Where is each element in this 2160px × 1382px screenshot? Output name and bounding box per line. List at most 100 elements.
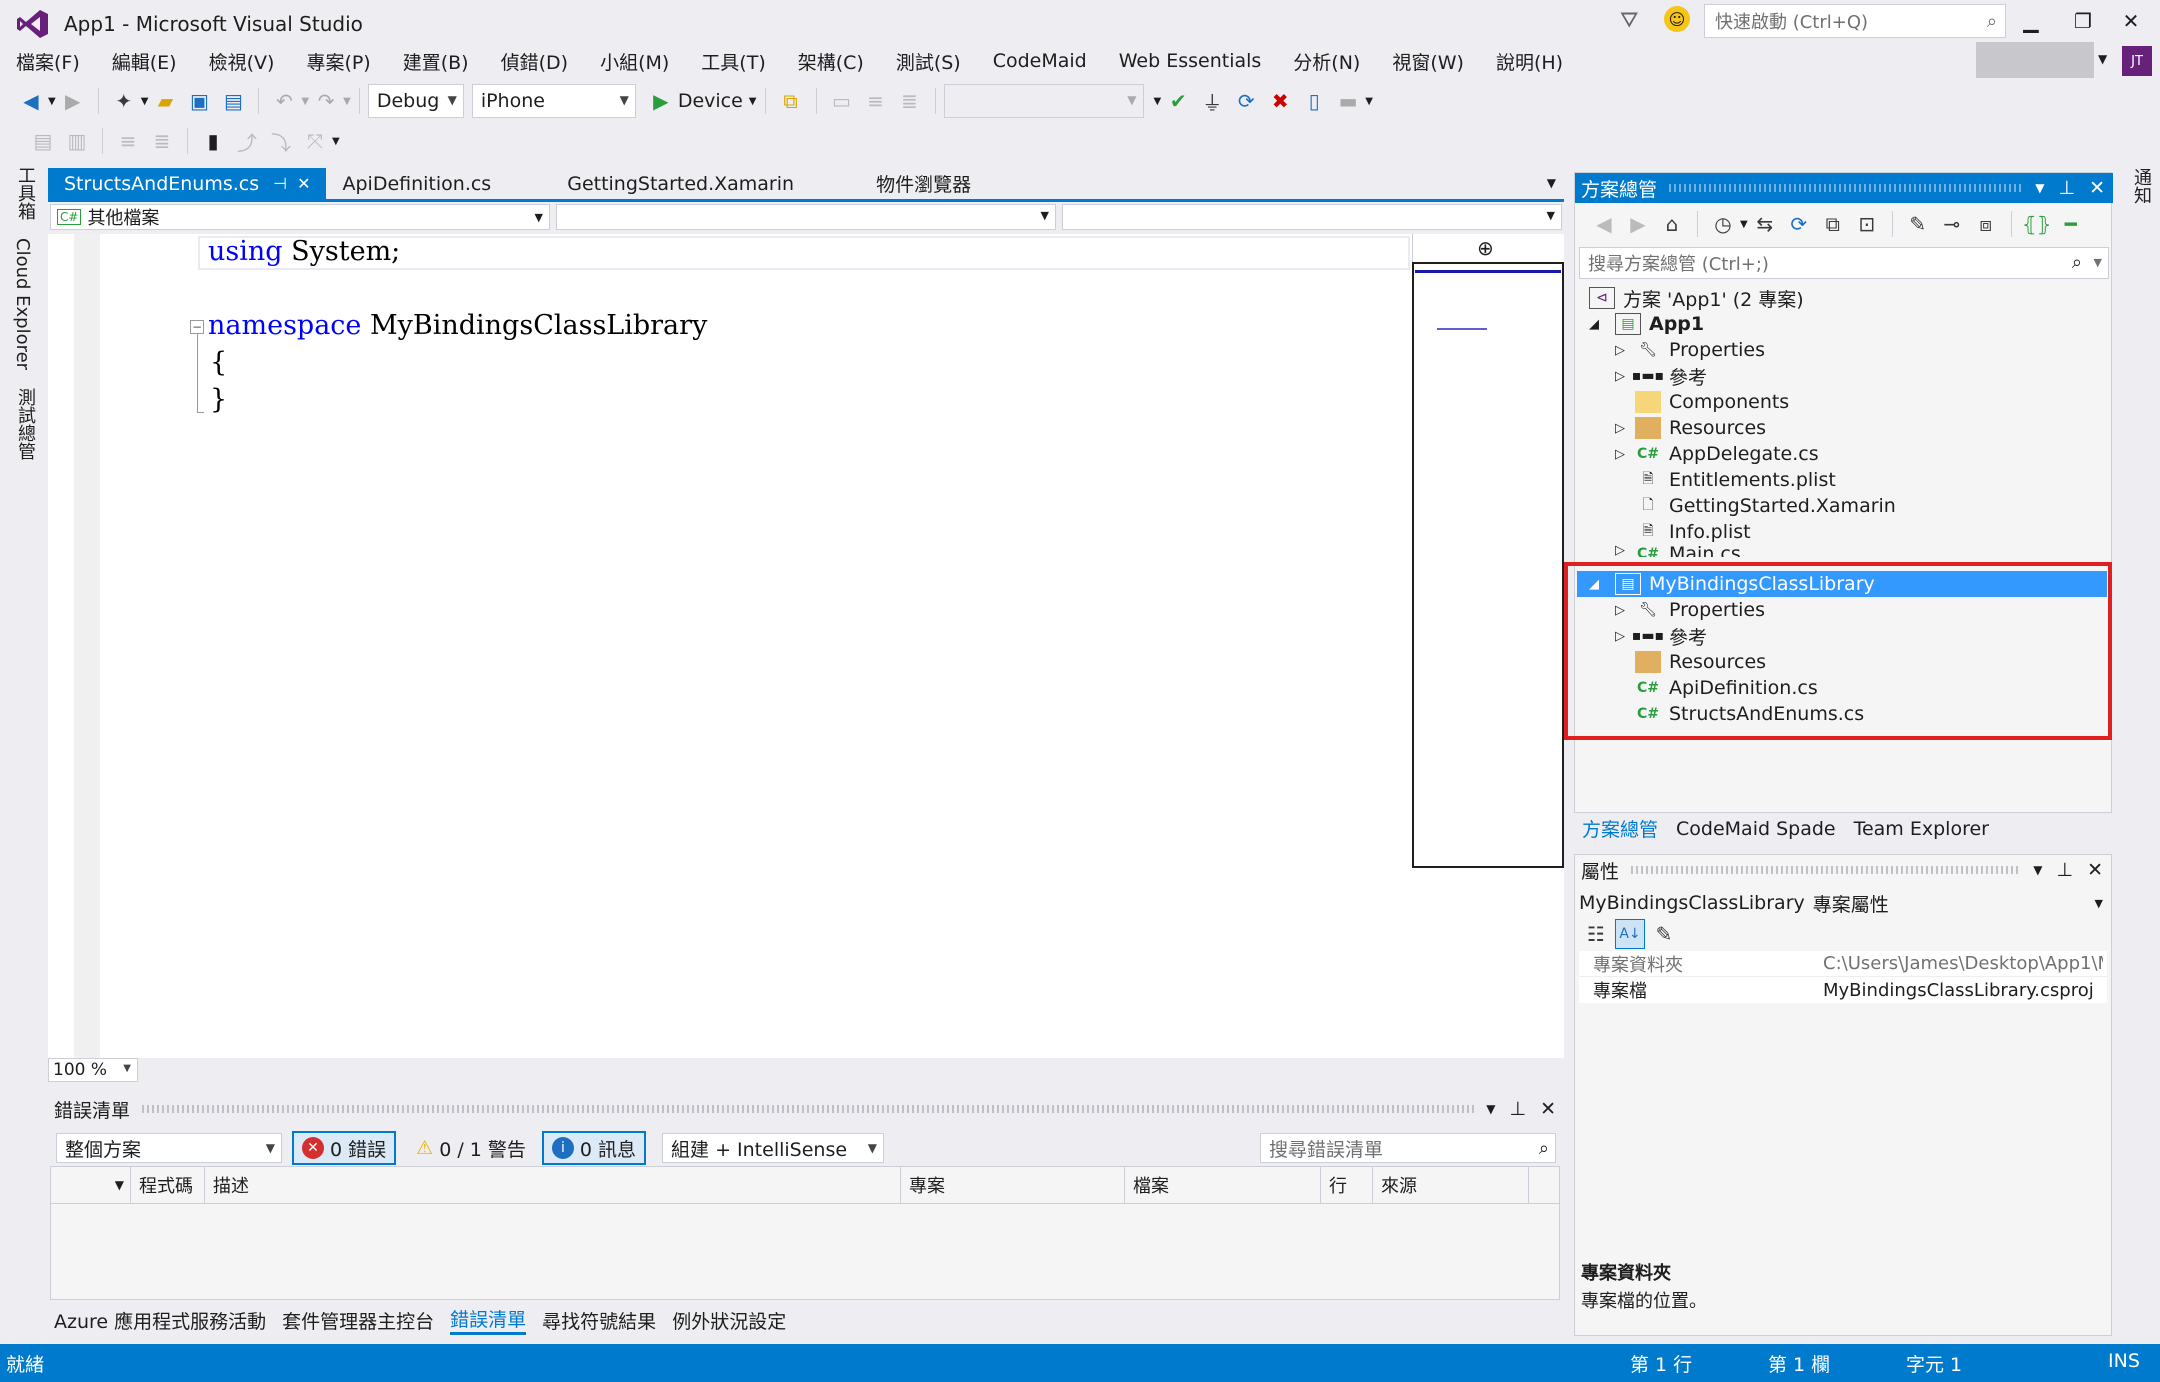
code-line-5[interactable]: } xyxy=(210,384,227,415)
outdent-icon[interactable]: ≣ xyxy=(895,86,925,116)
indent-icon[interactable]: ≡ xyxy=(113,126,143,156)
alphabetical-icon[interactable]: A↓ xyxy=(1615,919,1645,949)
pin-icon[interactable]: ⊥ xyxy=(2057,859,2074,881)
chevron-down-icon[interactable]: ▼ xyxy=(141,96,149,107)
plug-icon[interactable]: ⏚ xyxy=(1197,86,1227,116)
type-nav-combo[interactable]: ▼ xyxy=(556,204,1056,230)
tree-item[interactable]: ▷ 🔧︎ Properties xyxy=(1615,337,1765,363)
tree-item[interactable]: Components xyxy=(1615,389,1789,415)
next-bookmark-icon[interactable]: ⤵ xyxy=(266,126,296,156)
code-editor[interactable]: 1 2 3 4 5 6 7 using System; − namespace … xyxy=(48,234,1564,1058)
collapsed-arrow-icon[interactable]: ▷ xyxy=(1615,447,1635,462)
save-all-icon[interactable]: ▤ xyxy=(218,86,248,116)
home-icon[interactable]: ⌂ xyxy=(1657,209,1687,239)
back-icon[interactable]: ◀ xyxy=(1589,209,1619,239)
chevron-down-icon[interactable]: ▼ xyxy=(1154,96,1162,107)
clear-icon[interactable]: ✖ xyxy=(1265,86,1295,116)
tree-item[interactable]: 🗎︎ Info.plist xyxy=(1615,519,1750,545)
chevron-down-icon[interactable]: ▼ xyxy=(1486,1102,1495,1116)
errors-filter-button[interactable]: ✕ 0 錯誤 xyxy=(292,1131,397,1165)
tab-solution-explorer[interactable]: 方案總管 xyxy=(1582,815,1658,842)
chevron-down-icon[interactable]: ▼ xyxy=(749,96,757,107)
close-icon[interactable]: ✕ xyxy=(2087,859,2103,881)
quick-launch-input[interactable]: 快速啟動 (Ctrl+Q) ⌕ xyxy=(1704,4,2006,38)
tab-azure-activity[interactable]: Azure 應用程式服務活動 xyxy=(54,1307,266,1334)
warnings-filter-button[interactable]: ⚠ 0 / 1 警告 xyxy=(410,1131,532,1165)
bookmark-icon[interactable]: ▮ xyxy=(198,126,228,156)
chevron-down-icon[interactable]: ▼ xyxy=(48,96,56,107)
minus-icon[interactable]: ⊸ xyxy=(1937,209,1967,239)
menu-tools[interactable]: 工具(T) xyxy=(701,48,765,75)
tab-package-manager[interactable]: 套件管理器主控台 xyxy=(282,1307,434,1334)
collapse-outline-icon[interactable]: − xyxy=(190,320,204,334)
close-icon[interactable]: ✕ xyxy=(297,174,310,193)
tree-item[interactable]: ▷ Resources xyxy=(1615,415,1766,441)
tab-api-definition[interactable]: ApiDefinition.cs xyxy=(326,168,507,200)
run-target-button[interactable]: Device xyxy=(678,90,743,112)
indent-icon[interactable]: ≡ xyxy=(861,86,891,116)
restore-button[interactable]: ❐ xyxy=(2060,6,2106,36)
column-header[interactable]: 專案 xyxy=(901,1167,1125,1203)
column-header[interactable]: 來源 xyxy=(1373,1167,1529,1203)
menu-project[interactable]: 專案(P) xyxy=(306,48,370,75)
menu-codemaid[interactable]: CodeMaid xyxy=(993,50,1087,72)
status-insert-mode[interactable]: INS xyxy=(2108,1350,2140,1372)
menu-architecture[interactable]: 架構(C) xyxy=(798,48,864,75)
code-line-4[interactable]: { xyxy=(210,347,227,378)
refresh-icon[interactable]: ⟳ xyxy=(1784,209,1814,239)
menu-team[interactable]: 小組(M) xyxy=(600,48,669,75)
configuration-select[interactable]: Debug ▼ xyxy=(367,84,464,118)
property-row[interactable]: 專案資料夾 C:\Users\James\Desktop\App1\M xyxy=(1579,951,2107,977)
show-all-files-icon[interactable]: ⊡ xyxy=(1852,209,1882,239)
menu-analyze[interactable]: 分析(N) xyxy=(1293,48,1360,75)
start-debug-icon[interactable]: ▶ xyxy=(646,86,676,116)
tree-item[interactable]: ▷ C# Main.cs xyxy=(1615,543,1741,557)
back-icon[interactable]: ◀ xyxy=(16,86,46,116)
error-search-input[interactable]: 搜尋錯誤清單 ⌕ xyxy=(1260,1133,1556,1163)
prev-bookmark-icon[interactable]: ⤴ xyxy=(232,126,262,156)
chevron-down-icon[interactable]: ▼ xyxy=(301,96,309,107)
clear-bookmarks-icon[interactable]: ⤧ xyxy=(300,126,330,156)
project-nav-combo[interactable]: C# 其他檔案 ▼ xyxy=(50,204,550,230)
tab-getting-started[interactable]: GettingStarted.Xamarin xyxy=(551,168,810,200)
new-project-icon[interactable]: ✦ xyxy=(109,86,139,116)
menu-view[interactable]: 檢視(V) xyxy=(209,48,275,75)
redo-icon[interactable]: ↷ xyxy=(311,86,341,116)
chevron-down-icon[interactable]: ▼ xyxy=(1740,219,1748,230)
column-filter-header[interactable]: ▼ xyxy=(51,1167,131,1203)
undo-icon[interactable]: ↶ xyxy=(269,86,299,116)
zoom-select[interactable]: 100 % ▼ xyxy=(48,1058,138,1082)
platform-select[interactable]: iPhone ▼ xyxy=(471,84,636,118)
menu-build[interactable]: 建置(B) xyxy=(403,48,469,75)
code-line-3[interactable]: namespace MyBindingsClassLibrary xyxy=(208,310,707,341)
tree-project-app1[interactable]: ◢ ▤ App1 xyxy=(1589,311,1704,337)
tree-item[interactable]: 🗋︎ GettingStarted.Xamarin xyxy=(1615,493,1895,519)
column-header[interactable]: 程式碼 xyxy=(131,1167,205,1203)
test-explorer-tab[interactable]: 測試總管 xyxy=(12,388,38,460)
codemaid-icon[interactable]: ⦃⦄ xyxy=(2022,209,2052,239)
tree-item[interactable]: ▷ C# AppDelegate.cs xyxy=(1615,441,1819,467)
pending-changes-icon[interactable]: ◷ xyxy=(1708,209,1738,239)
tab-overflow-chevron-icon[interactable]: ▼ xyxy=(1547,176,1556,190)
forward-icon[interactable]: ▶ xyxy=(58,86,88,116)
expanded-arrow-icon[interactable]: ◢ xyxy=(1589,317,1609,332)
scope-select[interactable]: 整個方案 ▼ xyxy=(56,1133,282,1163)
forward-icon[interactable]: ▶ xyxy=(1623,209,1653,239)
tab-structs-and-enums[interactable]: StructsAndEnums.cs ⊣ ✕ xyxy=(48,167,327,200)
check-icon[interactable]: ✔ xyxy=(1163,86,1193,116)
collapse-icon[interactable]: ━ xyxy=(2056,209,2086,239)
save-icon[interactable]: ▣ xyxy=(184,86,214,116)
comment-icon[interactable]: ▭ xyxy=(827,86,857,116)
close-icon[interactable]: ✕ xyxy=(1540,1098,1556,1120)
tab-exception-settings[interactable]: 例外狀況設定 xyxy=(672,1307,786,1334)
tab-object-browser[interactable]: 物件瀏覽器 xyxy=(860,168,987,200)
align-icon[interactable]: ▤ xyxy=(28,126,58,156)
outdent-icon[interactable]: ≣ xyxy=(147,126,177,156)
tab-find-symbol[interactable]: 尋找符號結果 xyxy=(542,1307,656,1334)
tool-icon[interactable]: ▬ xyxy=(1333,86,1363,116)
tab-team-explorer[interactable]: Team Explorer xyxy=(1854,818,1989,840)
messages-filter-button[interactable]: i 0 訊息 xyxy=(541,1131,647,1165)
filter-icon[interactable]: ⛛ xyxy=(1620,8,1638,33)
grip-dots[interactable] xyxy=(142,1105,1475,1113)
collapsed-arrow-icon[interactable]: ▷ xyxy=(1615,343,1635,358)
